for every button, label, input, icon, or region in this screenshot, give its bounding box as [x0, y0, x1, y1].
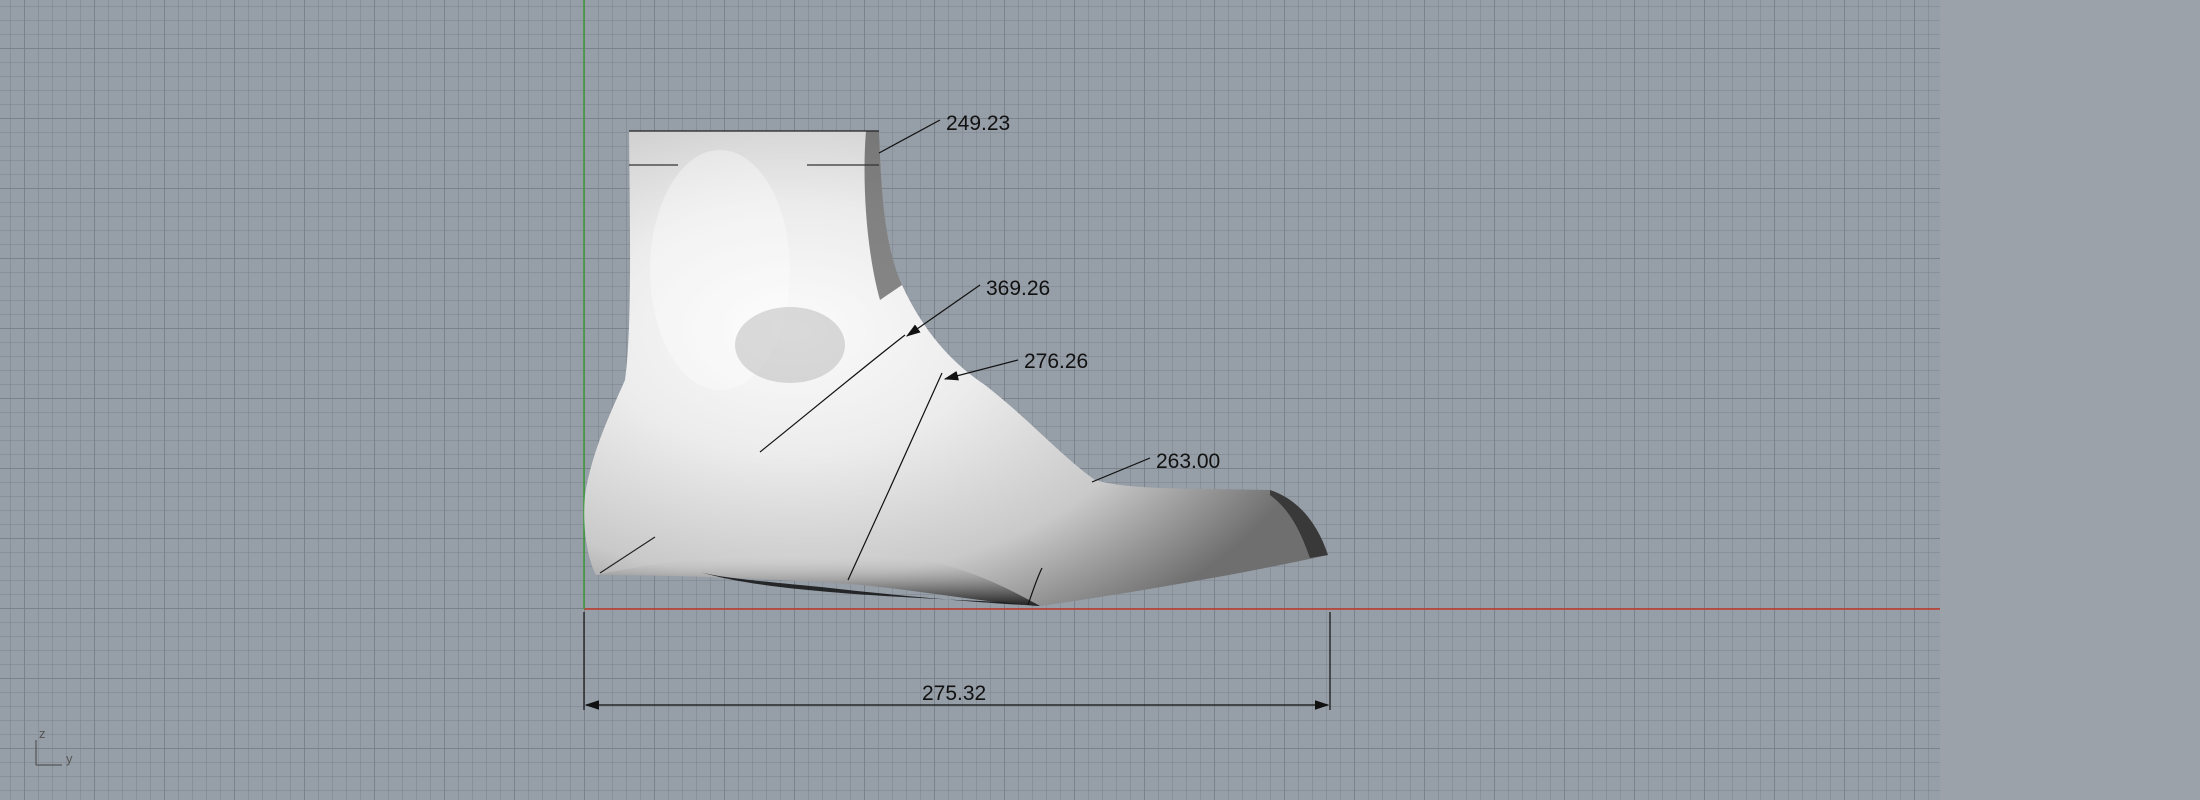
viewport-scene: 249.23 369.26 276.26 263.00 275.32 z y: [35, 0, 1940, 766]
top-girth-leader: [878, 119, 941, 154]
dimension-ball-girth[interactable]: 263.00: [1091, 450, 1220, 483]
shoe-last-model[interactable]: [584, 130, 1328, 606]
corner-z-label: z: [39, 726, 46, 741]
instep-girth-label: 369.26: [986, 277, 1050, 300]
perspective-viewport[interactable]: 249.23 369.26 276.26 263.00 275.32 z y: [0, 0, 1940, 800]
top-girth-label: 249.23: [946, 112, 1010, 135]
ankle-bone-shadow: [735, 307, 845, 383]
ball-girth-label: 263.00: [1156, 450, 1220, 473]
dimension-instep-girth[interactable]: 369.26: [906, 277, 1050, 337]
length-label: 275.32: [922, 682, 986, 705]
ball-girth-leader: [1091, 457, 1151, 483]
waist-girth-label: 276.26: [1024, 350, 1088, 373]
dimension-length[interactable]: 275.32: [583, 612, 1331, 710]
instep-girth-leader: [906, 284, 981, 337]
corner-axes-indicator: z y: [35, 726, 73, 766]
viewport-side-panel: [1940, 0, 2200, 800]
dimension-top-girth[interactable]: 249.23: [878, 112, 1010, 154]
corner-y-label: y: [66, 751, 73, 766]
